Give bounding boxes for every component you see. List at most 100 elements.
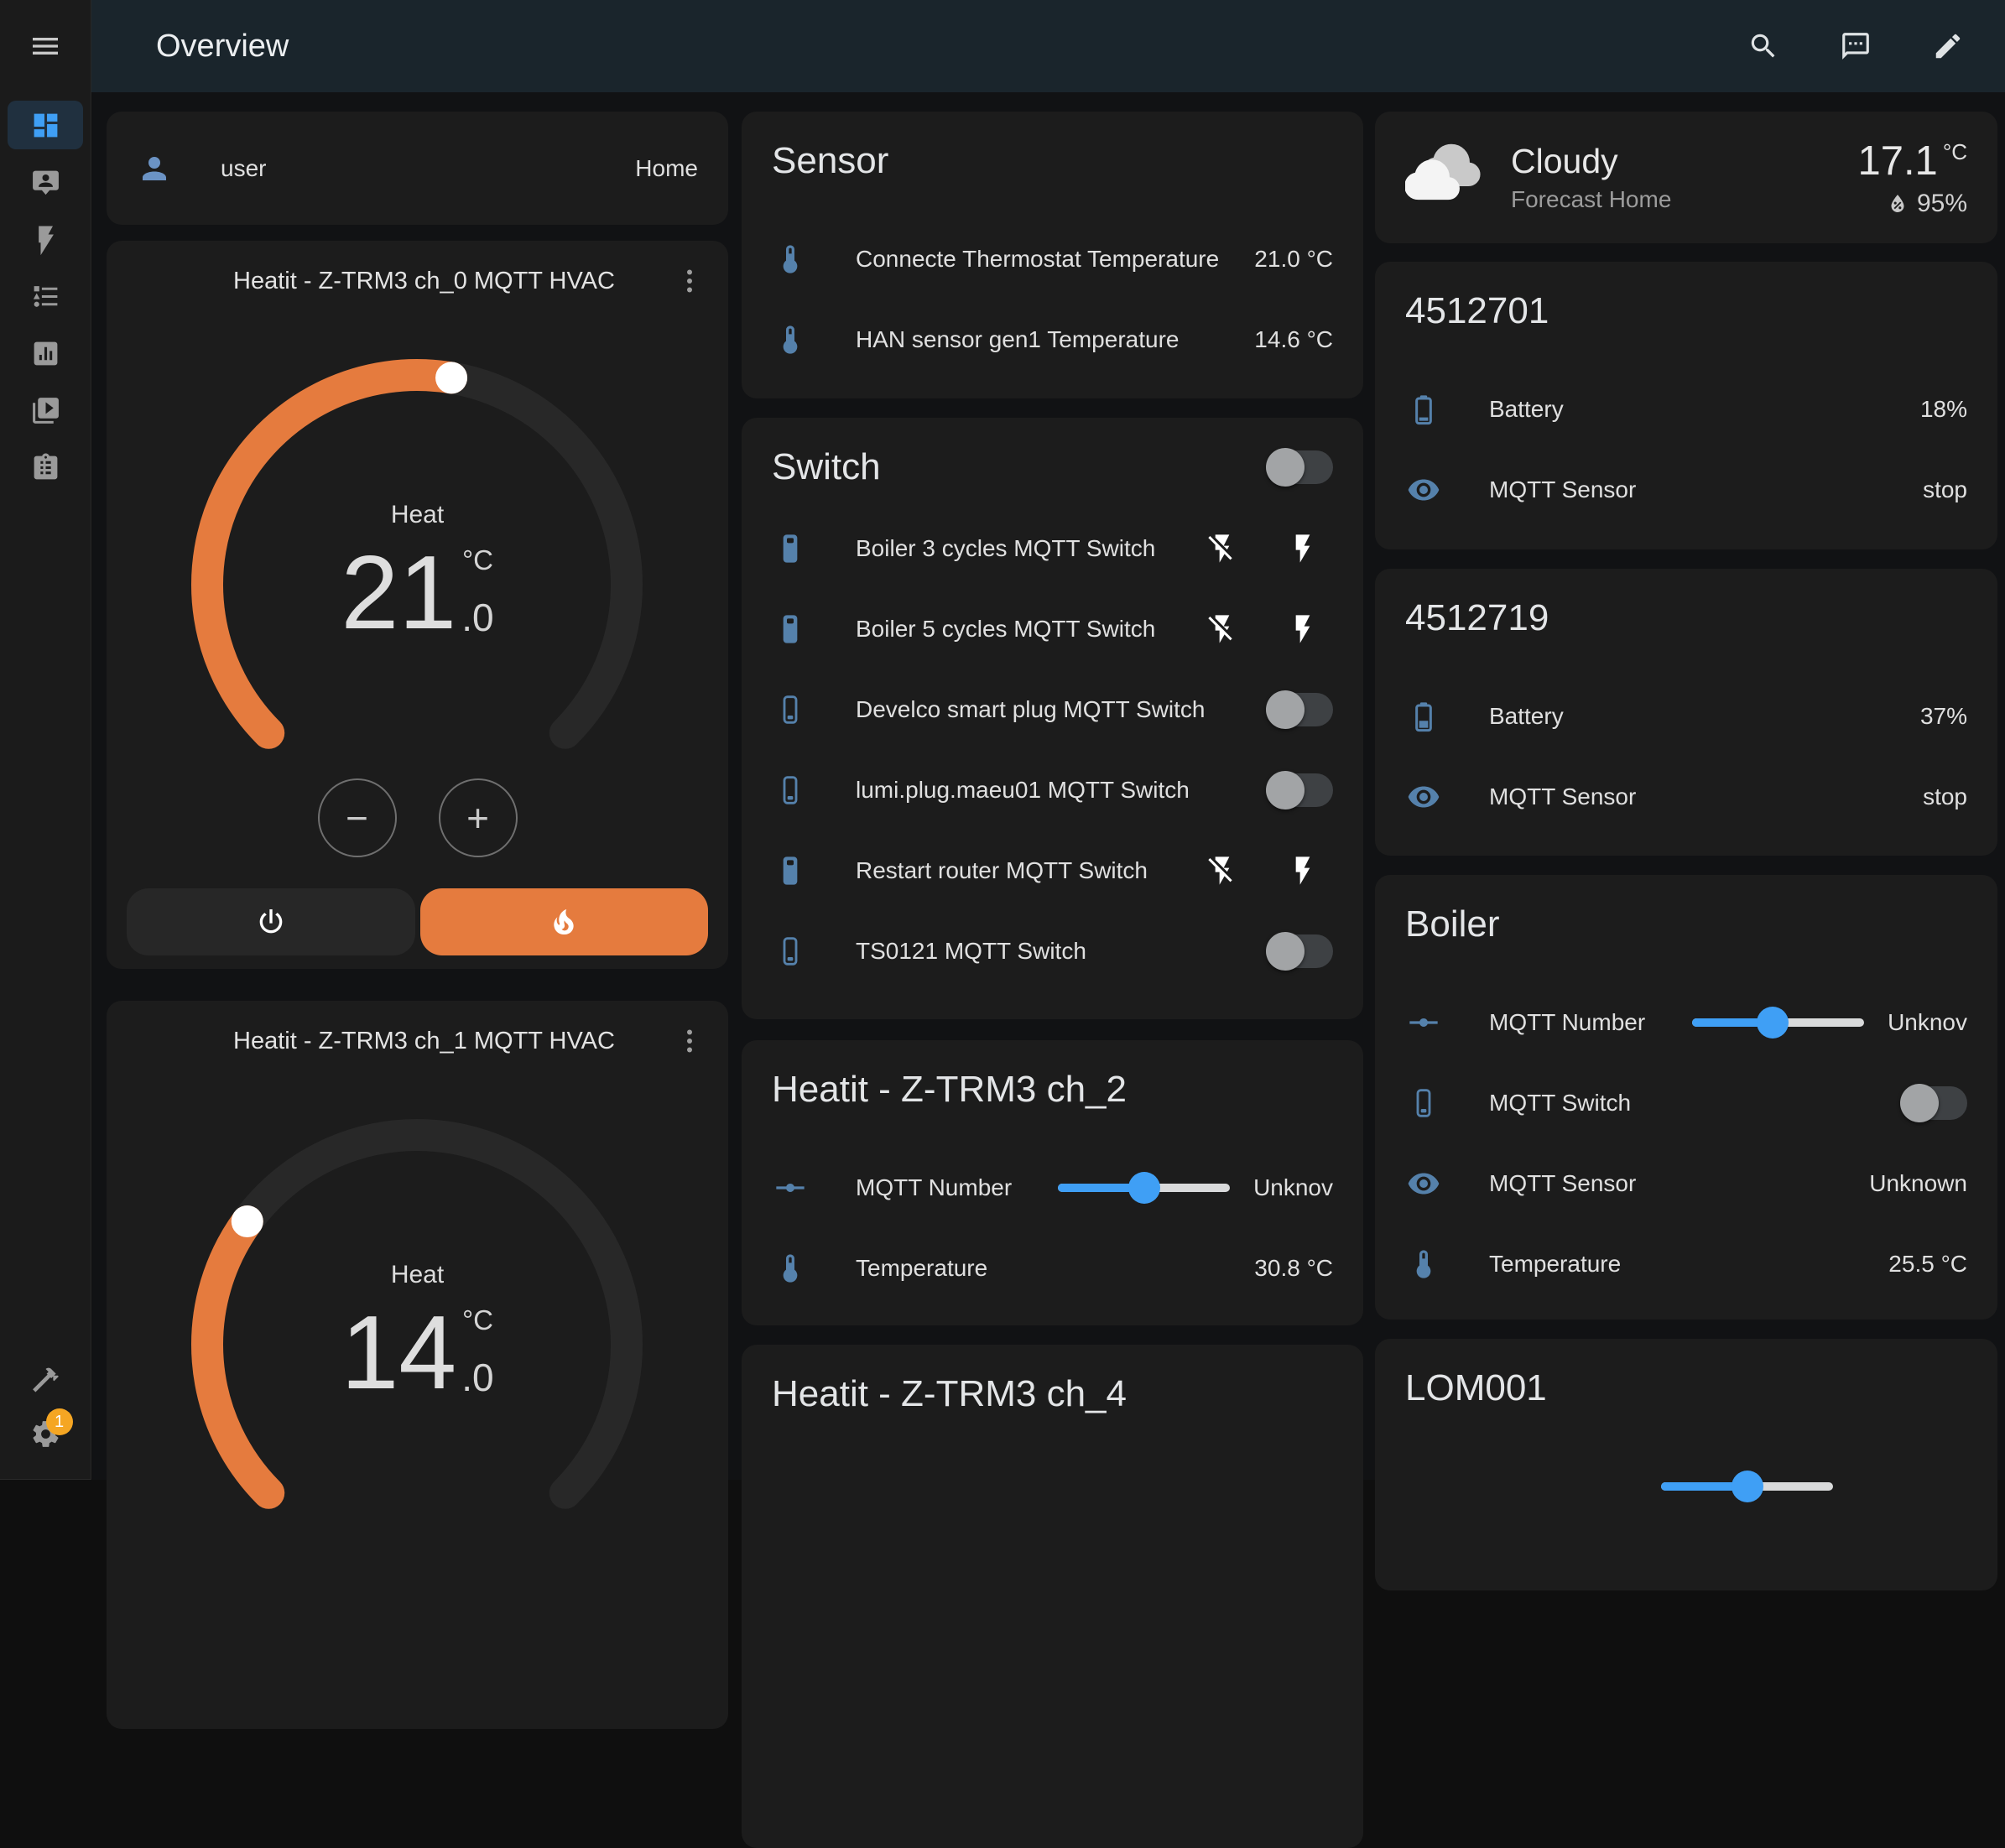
play-box-icon	[30, 395, 61, 426]
person-icon	[137, 151, 172, 186]
weather-temperature: 17.1	[1857, 138, 1937, 185]
sidebar-item-dashboard[interactable]	[8, 101, 83, 149]
entity-label: Boiler 5 cycles MQTT Switch	[856, 616, 1155, 643]
entity-toggle[interactable]	[1266, 931, 1333, 971]
mqtt-number-slider[interactable]	[1692, 1006, 1864, 1039]
entity-row[interactable]: Connecte Thermostat Temperature 21.0 °C	[742, 219, 1363, 299]
entity-label: MQTT Switch	[1489, 1090, 1631, 1117]
topbar-actions	[1740, 23, 1971, 70]
slider-icon	[773, 1171, 807, 1205]
switch-device-icon	[773, 612, 807, 646]
entity-toggle[interactable]	[1900, 1083, 1967, 1123]
mqtt-number-slider[interactable]	[1058, 1171, 1230, 1205]
flash-off-button[interactable]	[1206, 612, 1239, 646]
entity-label: Battery	[1489, 703, 1564, 730]
thermostat-card-ch1: Heatit - Z-TRM3 ch_1 MQTT HVAC Heat 14 °…	[107, 1001, 728, 1729]
entity-row[interactable]: MQTT Number Unknov	[742, 1148, 1363, 1228]
column-3: Cloudy Forecast Home 17.1 °C 95% 4512701	[1375, 112, 1997, 1590]
sidebar-item-energy[interactable]	[8, 215, 83, 263]
entity-value: Unknov	[1253, 1174, 1333, 1201]
mqtt-number-slider[interactable]	[1661, 1470, 1833, 1503]
sidebar-item-todo[interactable]	[8, 272, 83, 320]
entity-row[interactable]: Develco smart plug MQTT Switch	[742, 669, 1363, 750]
thermometer-icon	[773, 242, 807, 276]
thermostat-title: Heatit - Z-TRM3 ch_0 MQTT HVAC	[137, 268, 674, 295]
switch-device-icon	[773, 854, 807, 888]
entity-label: HAN sensor gen1 Temperature	[856, 326, 1179, 353]
flash-on-button[interactable]	[1286, 532, 1320, 565]
entity-row[interactable]	[1375, 1446, 1997, 1527]
sidebar-item-developer-tools[interactable]	[8, 1355, 83, 1403]
entity-row[interactable]: TS0121 MQTT Switch	[742, 911, 1363, 992]
entity-value: stop	[1923, 783, 1967, 810]
entity-value: 21.0 °C	[1254, 246, 1333, 273]
entity-row[interactable]: HAN sensor gen1 Temperature 14.6 °C	[742, 299, 1363, 380]
settings-notification-badge: 1	[46, 1408, 73, 1435]
entity-row[interactable]: Boiler 3 cycles MQTT Switch	[742, 508, 1363, 589]
flash-on-button[interactable]	[1286, 854, 1320, 888]
edit-dashboard-button[interactable]	[1924, 23, 1971, 70]
flash-on-button[interactable]	[1286, 612, 1320, 646]
entity-row[interactable]: MQTT Sensor stop	[1375, 450, 1997, 530]
temp-decrease-button[interactable]: −	[318, 778, 397, 857]
entity-row[interactable]: Restart router MQTT Switch	[742, 830, 1363, 911]
eye-icon	[1407, 780, 1440, 814]
hamburger-menu-button[interactable]	[0, 0, 91, 92]
weather-card[interactable]: Cloudy Forecast Home 17.1 °C 95%	[1375, 112, 1997, 243]
user-card[interactable]: user Home	[107, 112, 728, 225]
mode-off-button[interactable]	[127, 888, 415, 955]
badge-account-icon	[30, 167, 61, 198]
entity-row[interactable]: MQTT Switch	[1375, 1063, 1997, 1143]
sidebar-item-media[interactable]	[8, 386, 83, 435]
card-menu-button[interactable]	[674, 1026, 705, 1056]
entity-label: MQTT Sensor	[1489, 476, 1636, 503]
page-title: Overview	[156, 29, 289, 65]
switch-card: Switch Boiler 3 cycles MQTT Switch Boile…	[742, 418, 1363, 1019]
entity-label: MQTT Number	[856, 1174, 1012, 1201]
entity-row[interactable]: Boiler 5 cycles MQTT Switch	[742, 589, 1363, 669]
entity-toggle[interactable]	[1266, 770, 1333, 810]
entity-row[interactable]: MQTT Sensor Unknown	[1375, 1143, 1997, 1224]
entity-row[interactable]: Temperature 25.5 °C	[1375, 1224, 1997, 1304]
card-menu-button[interactable]	[674, 266, 705, 296]
temp-increase-button[interactable]: +	[439, 778, 518, 857]
sidebar-item-settings[interactable]: 1	[8, 1412, 83, 1460]
search-button[interactable]	[1740, 23, 1787, 70]
assist-button[interactable]	[1832, 23, 1879, 70]
switch-outline-icon	[773, 693, 807, 726]
chart-box-icon	[30, 338, 61, 369]
entity-row[interactable]: Battery 37%	[1375, 676, 1997, 757]
entity-row[interactable]: Battery 18%	[1375, 369, 1997, 450]
weather-condition: Cloudy	[1511, 142, 1671, 181]
flame-icon	[547, 905, 581, 939]
entity-label: TS0121 MQTT Switch	[856, 938, 1086, 965]
switch-group-toggle[interactable]	[1266, 447, 1333, 487]
flash-off-icon	[1206, 854, 1239, 888]
card-title: 4512701	[1405, 290, 1967, 332]
entity-label: Temperature	[1489, 1251, 1621, 1278]
chat-icon	[1840, 30, 1872, 62]
entity-row[interactable]: MQTT Sensor stop	[1375, 757, 1997, 837]
entity-label: MQTT Sensor	[1489, 783, 1636, 810]
entity-row[interactable]: lumi.plug.maeu01 MQTT Switch	[742, 750, 1363, 830]
entity-label: MQTT Sensor	[1489, 1170, 1636, 1197]
mode-heat-button[interactable]	[420, 888, 709, 955]
flash-icon	[1286, 612, 1320, 646]
flash-off-button[interactable]	[1206, 854, 1239, 888]
entity-value: 25.5 °C	[1888, 1251, 1967, 1278]
eye-icon	[1407, 473, 1440, 507]
entity-row[interactable]: MQTT Number Unknov	[1375, 982, 1997, 1063]
lightning-icon	[30, 224, 61, 255]
flash-off-button[interactable]	[1206, 532, 1239, 565]
lom001-card: LOM001	[1375, 1339, 1997, 1590]
sidebar-item-persons[interactable]	[8, 158, 83, 206]
sidebar-bottom: 1	[0, 1346, 91, 1480]
entity-label: Battery	[1489, 396, 1564, 423]
sidebar-item-shopping-list[interactable]	[8, 443, 83, 492]
entity-toggle[interactable]	[1266, 690, 1333, 730]
column-2: Sensor Connecte Thermostat Temperature 2…	[742, 112, 1363, 1848]
thermostat-readout: Heat 14 °C .0	[107, 1261, 728, 1405]
entity-row[interactable]: Temperature 30.8 °C	[742, 1228, 1363, 1309]
sidebar-item-history[interactable]	[8, 329, 83, 377]
entity-value: Unknov	[1888, 1009, 1967, 1036]
